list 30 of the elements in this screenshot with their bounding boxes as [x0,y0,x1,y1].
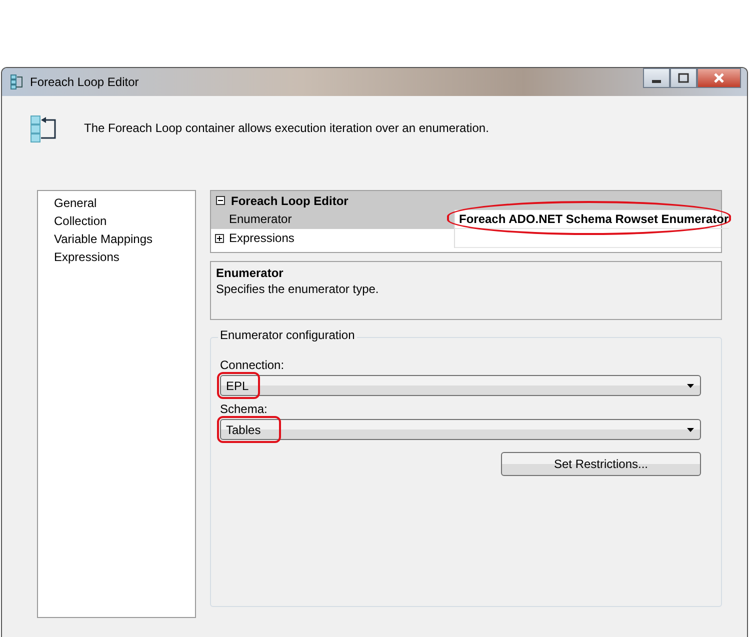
property-name: Expressions [227,229,455,248]
nav-item[interactable]: General [54,194,97,212]
minimize-button[interactable] [643,68,670,88]
dropdown-field[interactable]: Tables [220,419,701,440]
close-button[interactable] [697,68,741,88]
header-description: The Foreach Loop container allows execution iteration over an enumeration. [84,120,489,135]
nav-item[interactable]: Variable Mappings [54,230,153,248]
nav-item[interactable]: Collection [54,212,107,230]
dropdown-arrow-icon [687,384,694,388]
app-icon [10,74,24,90]
set-restrictions-button[interactable]: Set Restrictions... [501,452,701,476]
description-title: Enumerator [216,265,284,281]
property-name: Enumerator [211,210,455,229]
group-title: Enumerator configuration [218,328,357,342]
description-text: Specifies the enumerator type. [216,281,380,297]
maximize-icon [678,73,689,83]
loop-icon [30,115,58,145]
property-value[interactable]: Foreach ADO.NET Schema Rowset Enumerator [459,212,729,226]
nav-item[interactable]: Expressions [54,248,120,266]
minimize-icon [652,80,661,83]
field-label: Connection: [220,358,284,373]
category-label: Foreach Loop Editor [231,194,348,208]
close-icon [714,72,724,84]
dropdown-field[interactable]: EPL [220,375,701,396]
field-label: Schema: [220,402,268,417]
maximize-button[interactable] [670,68,697,88]
window-title: Foreach Loop Editor [30,75,140,89]
dropdown-arrow-icon [687,428,694,432]
expand-icon[interactable] [214,234,224,243]
collapse-icon[interactable] [216,196,225,205]
